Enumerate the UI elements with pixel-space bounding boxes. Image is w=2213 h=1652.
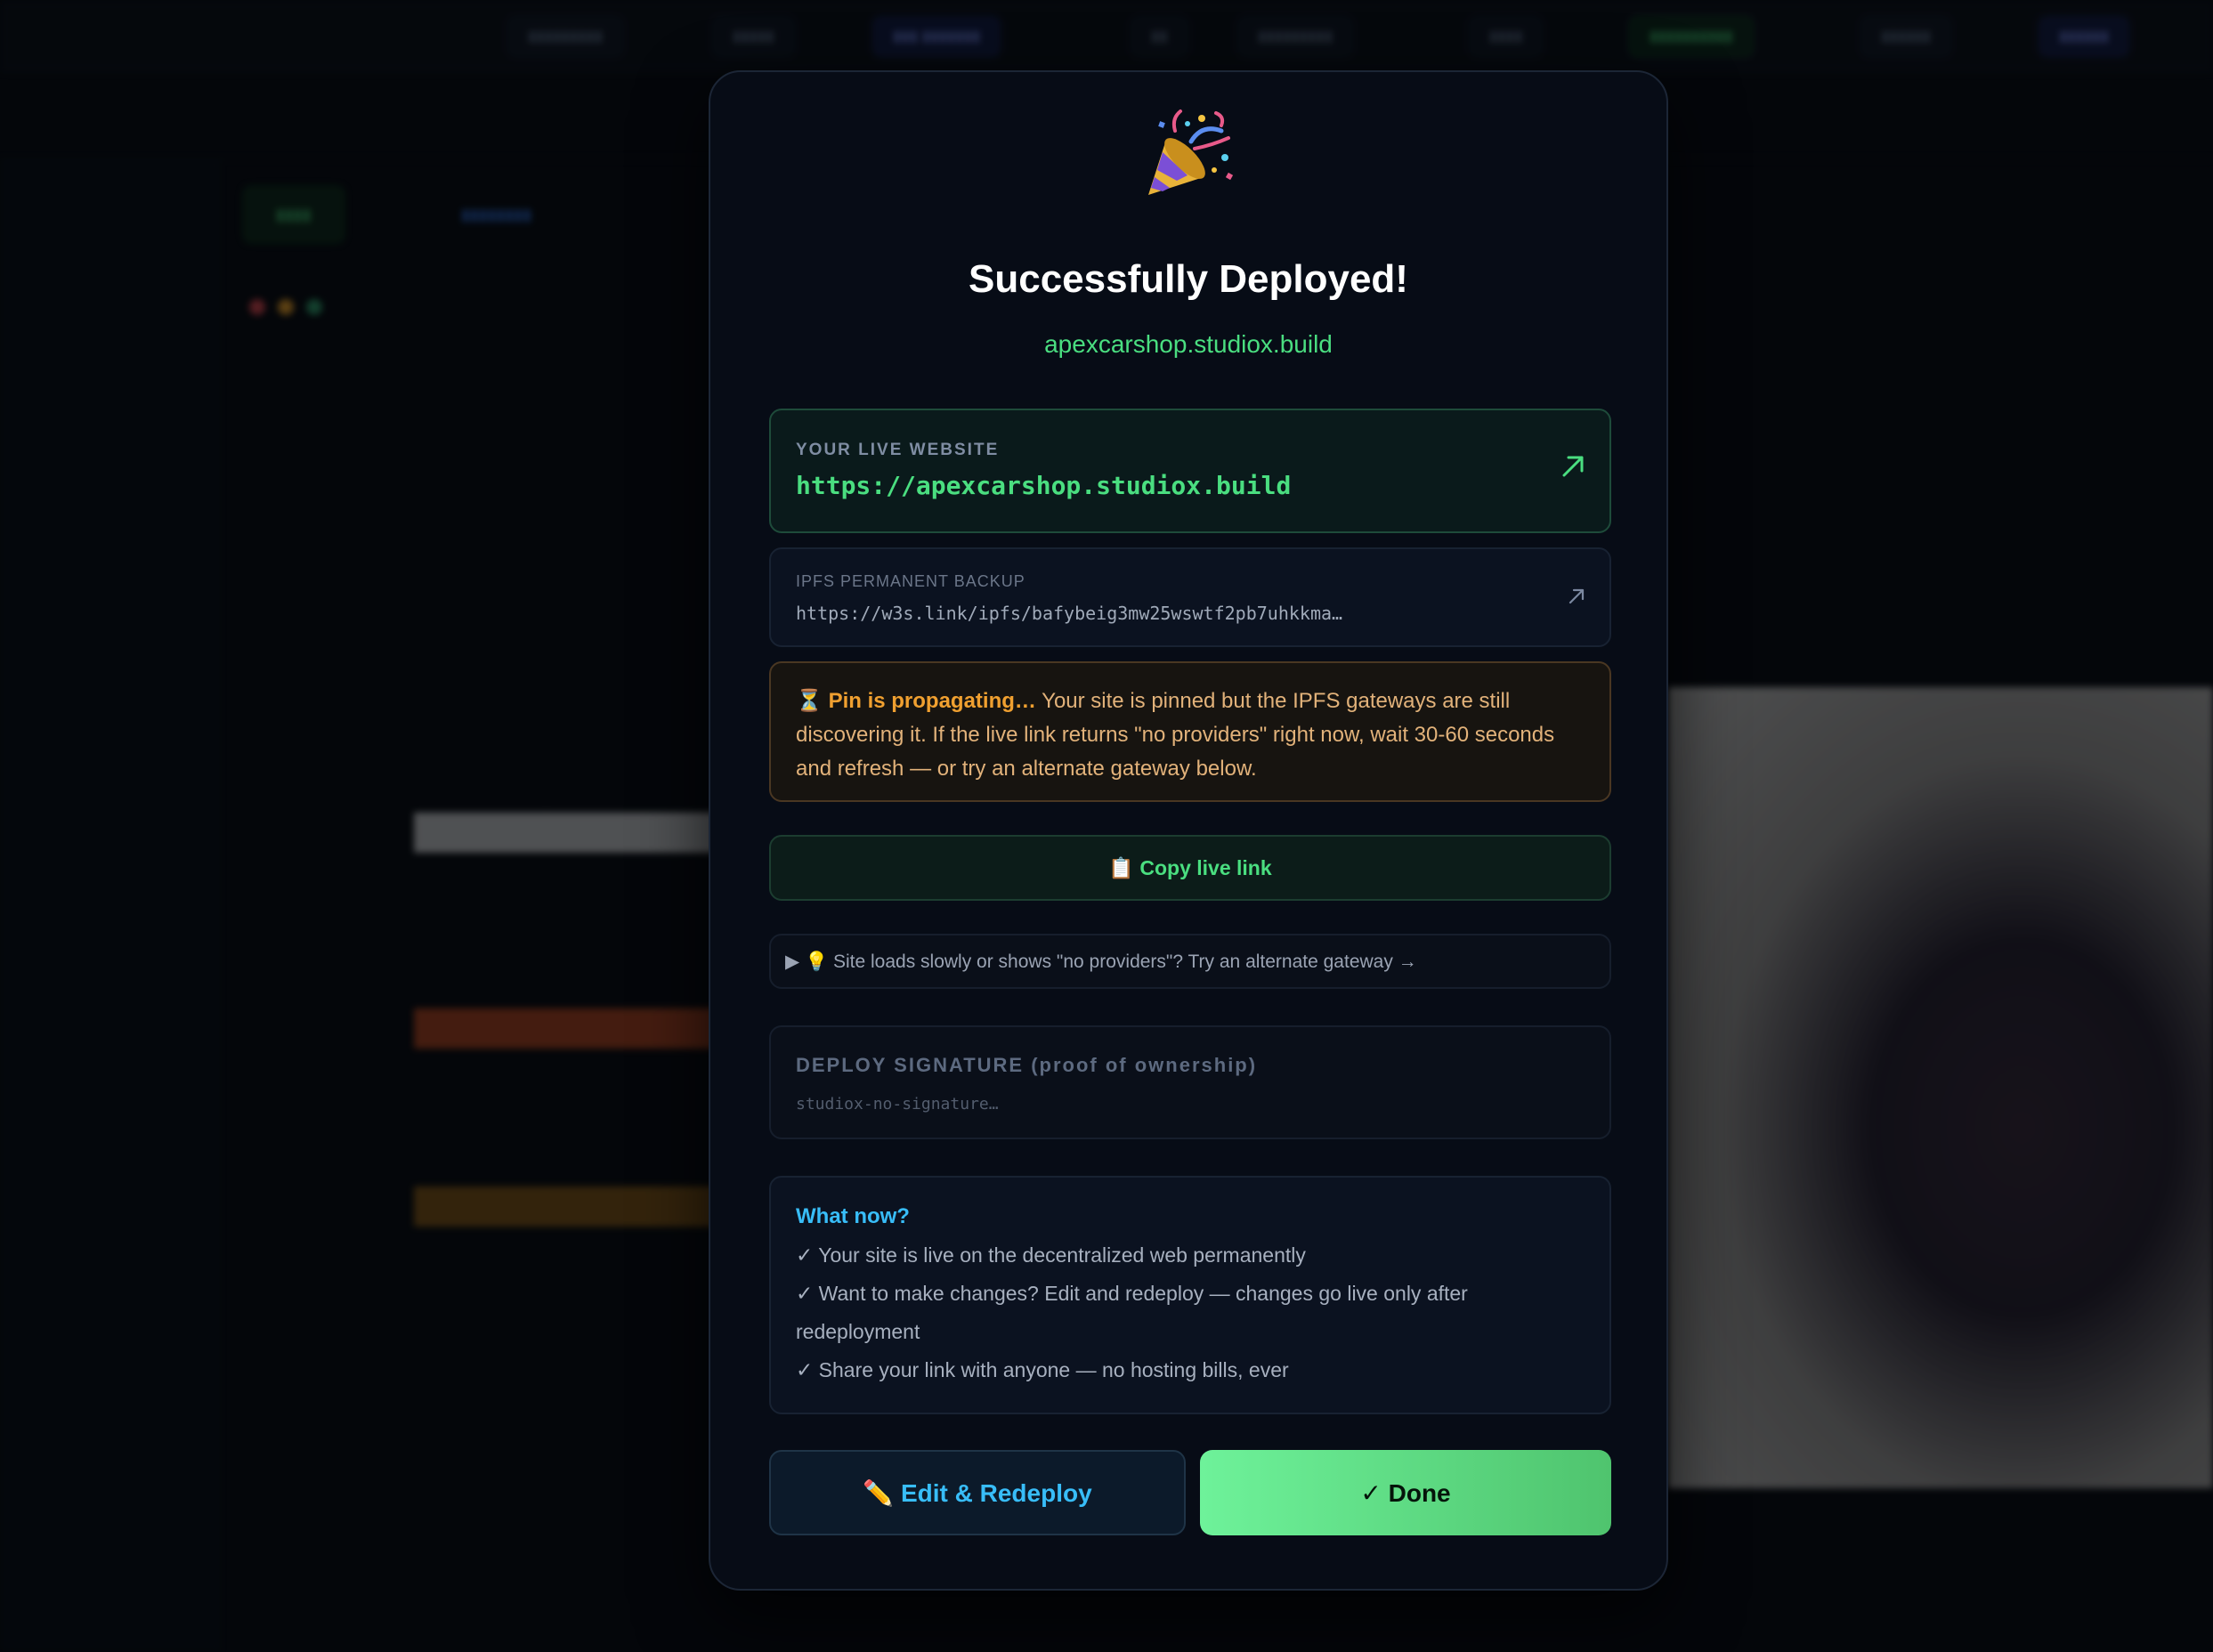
- edit-redeploy-button[interactable]: ✏️ Edit & Redeploy: [769, 1450, 1186, 1535]
- external-link-arrow-icon[interactable]: [1560, 453, 1586, 484]
- propagation-warning: ⏳ Pin is propagating… Your site is pinne…: [769, 661, 1611, 802]
- hourglass-icon: ⏳: [796, 689, 823, 713]
- deploy-signature-value: studiox-no-signature…: [796, 1095, 999, 1113]
- what-now-item: ✓ Want to make changes? Edit and redeplo…: [796, 1282, 1468, 1343]
- live-website-card[interactable]: YOUR LIVE WEBSITE https://apexcarshop.st…: [769, 409, 1611, 533]
- deployed-domain: apexcarshop.studiox.build: [1044, 330, 1333, 358]
- what-now-item: ✓ Share your link with anyone — no hosti…: [796, 1358, 1289, 1381]
- what-now-item: ✓ Your site is live on the decentralized…: [796, 1243, 1306, 1267]
- deploy-signature-card: DEPLOY SIGNATURE (proof of ownership) st…: [769, 1025, 1611, 1139]
- deploy-signature-label: DEPLOY SIGNATURE (proof of ownership): [796, 1054, 1258, 1076]
- external-link-arrow-icon[interactable]: [1567, 587, 1586, 611]
- done-button[interactable]: ✓ Done: [1200, 1450, 1611, 1535]
- live-website-url[interactable]: https://apexcarshop.studiox.build: [796, 471, 1291, 500]
- live-website-label: YOUR LIVE WEBSITE: [796, 441, 1000, 459]
- modal-title: Successfully Deployed!: [969, 257, 1408, 301]
- what-now-card: What now? ✓ Your site is live on the dec…: [769, 1176, 1611, 1414]
- ipfs-backup-url[interactable]: https://w3s.link/ipfs/bafybeig3mw25wswtf…: [796, 603, 1342, 624]
- alternate-gateway-toggle[interactable]: ▶ 💡 Site loads slowly or shows "no provi…: [769, 934, 1611, 989]
- ipfs-backup-card[interactable]: IPFS PERMANENT BACKUP https://w3s.link/i…: [769, 547, 1611, 647]
- ipfs-backup-label: IPFS PERMANENT BACKUP: [796, 572, 1025, 590]
- deploy-success-modal: Successfully Deployed! apexcarshop.studi…: [709, 70, 1668, 1591]
- what-now-title: What now?: [796, 1204, 910, 1228]
- warning-text: ⏳ Pin is propagating… Your site is pinne…: [796, 684, 1585, 786]
- copy-live-link-button[interactable]: 📋 Copy live link: [769, 835, 1611, 901]
- warning-heading: Pin is propagating…: [828, 689, 1036, 713]
- party-popper-icon: [710, 106, 1666, 208]
